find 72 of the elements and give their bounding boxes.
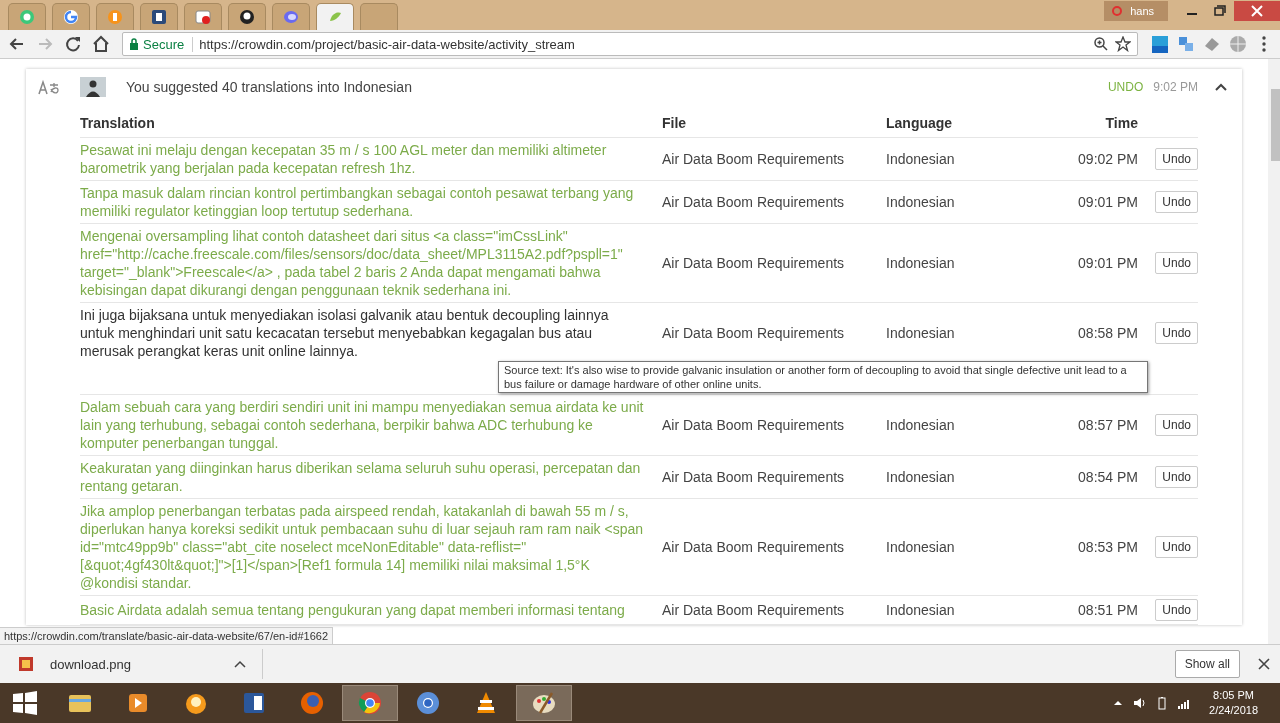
column-header: Time [1046, 109, 1146, 138]
column-header: Language [886, 109, 1046, 138]
browser-icon [356, 689, 384, 717]
undo-button[interactable]: Undo [1155, 148, 1198, 170]
language-name: Indonesian [886, 416, 955, 434]
time-text: 08:54 PM [1078, 468, 1138, 486]
source-tooltip: Source text: It's also wise to provide galvanic insulation or another form of decoupling to avoid that single defective unit lead to a bus failure or damage hardware of other online units. [498, 361, 1148, 393]
speaker-icon[interactable] [1133, 696, 1148, 710]
time-text: 08:58 PM [1078, 324, 1138, 342]
file-name: Air Data Boom Requirements [662, 254, 845, 272]
undo-button[interactable]: Undo [1155, 191, 1198, 213]
language-name: Indonesian [886, 538, 955, 556]
caret-icon[interactable] [234, 660, 246, 668]
file-name: Air Data Boom Requirements [662, 538, 845, 556]
file-name: Air Data Boom Requirements [662, 601, 845, 619]
language-name: Indonesian [886, 193, 955, 211]
time-text: 08:57 PM [1078, 416, 1138, 434]
file-name: Air Data Boom Requirements [662, 468, 845, 486]
circle-icon [239, 9, 255, 25]
file-name: Air Data Boom Requirements [662, 193, 845, 211]
download-filename[interactable]: download.png [50, 656, 131, 672]
chevron-icon[interactable] [1214, 82, 1228, 92]
status-url: https://crowdin.com/translate/basic-air-data-website/67/en-id#1662 [0, 627, 334, 644]
translate-icon [38, 78, 60, 96]
file-name: Air Data Boom Requirements [662, 150, 845, 168]
time-text: 09:02 PM [1078, 150, 1138, 168]
show-all-button[interactable]: Show all [1174, 650, 1240, 678]
fox-icon [298, 689, 326, 717]
ring-icon [19, 9, 35, 25]
undo-button[interactable]: Undo [1155, 536, 1198, 558]
language-name: Indonesian [886, 468, 955, 486]
extension-icon[interactable] [1150, 34, 1170, 54]
circle-icon [414, 689, 442, 717]
close-icon[interactable] [1234, 1, 1280, 21]
lock-icon [129, 38, 139, 50]
column-header: File [662, 109, 886, 138]
undo-button[interactable]: Undo [1155, 322, 1198, 344]
translation-text[interactable]: Ini juga bijaksana untuk menyediakan isolasi galvanik atau bentuk decoupling lainnya untuk menghindari unit satu kecacatan tersebut menyebabkan kegagalan bus atau merusak perangkat keras unit online lainnya. [80, 306, 646, 360]
language-name: Indonesian [886, 150, 955, 168]
square-icon [151, 9, 167, 25]
scrollbar[interactable] [1268, 59, 1280, 644]
ellipse-icon [283, 9, 299, 25]
image-file-icon [18, 656, 34, 672]
browser-tab[interactable] [228, 3, 266, 30]
language-name: Indonesian [886, 254, 955, 272]
time-text: 09:01 PM [1078, 193, 1138, 211]
star-icon[interactable] [1115, 36, 1131, 52]
language-name: Indonesian [886, 601, 955, 619]
browser-tab[interactable] [140, 3, 178, 30]
arc-icon [63, 9, 79, 25]
address-bar[interactable]: Secure https://crowdin.com/project/basic-air-data-website/activity_stream [122, 32, 1138, 56]
avatar-icon [80, 77, 106, 97]
column-header: Translation [80, 109, 662, 138]
time-text: 09:01 PM [1078, 254, 1138, 272]
undo-button[interactable]: Undo [1155, 414, 1198, 436]
taskbar-clock[interactable]: 8:05 PM 2/24/2018 [1209, 688, 1258, 718]
file-name: Air Data Boom Requirements [662, 324, 845, 342]
close-icon[interactable] [1258, 658, 1270, 670]
file-name: Air Data Boom Requirements [662, 416, 845, 434]
activity-message: You suggested 40 translations into Indonesian [126, 79, 413, 95]
coin-icon [107, 9, 123, 25]
windows-start-icon[interactable] [12, 690, 38, 716]
time-text: 08:51 PM [1078, 601, 1138, 619]
secure-label[interactable]: Secure [129, 36, 194, 52]
extension-icon[interactable] [1176, 34, 1196, 54]
language-name: Indonesian [886, 324, 955, 342]
undo-button[interactable]: Undo [1155, 252, 1198, 274]
time-text: 08:53 PM [1078, 538, 1138, 556]
undo-button[interactable]: Undo [1155, 466, 1198, 488]
zoom-icon[interactable] [1093, 36, 1109, 52]
activity-time: 9:02 PM [1153, 80, 1198, 94]
undo-button[interactable]: Undo [1155, 599, 1198, 621]
